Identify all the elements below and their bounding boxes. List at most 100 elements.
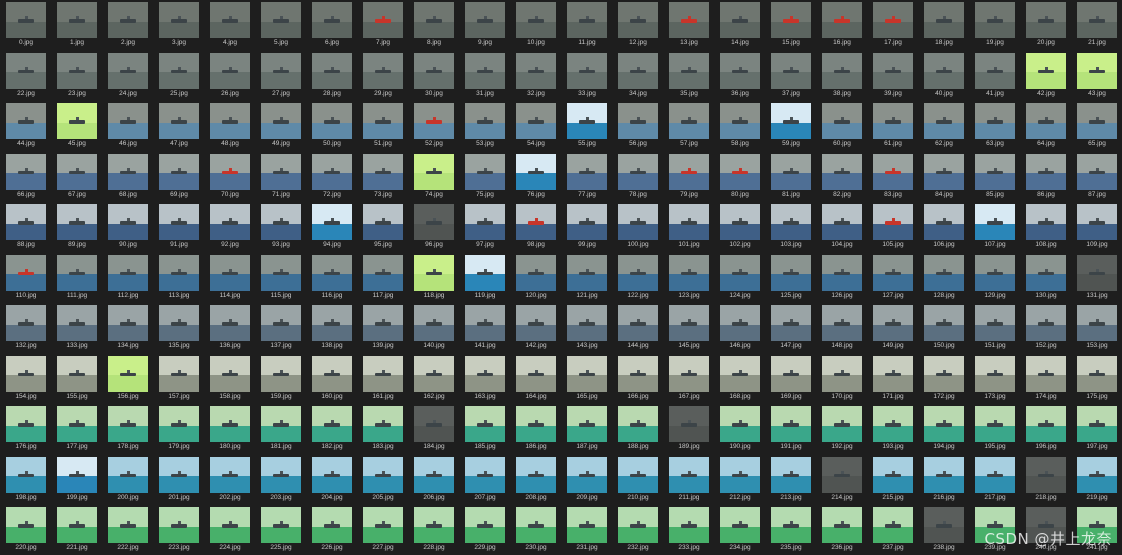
file-thumbnail[interactable]: 144.jpg — [612, 303, 663, 353]
file-thumbnail[interactable]: 53.jpg — [459, 101, 510, 151]
file-thumbnail[interactable]: 207.jpg — [459, 455, 510, 505]
file-thumbnail[interactable]: 183.jpg — [357, 404, 408, 454]
file-thumbnail[interactable]: 13.jpg — [663, 0, 714, 50]
file-thumbnail[interactable]: 195.jpg — [969, 404, 1020, 454]
file-thumbnail[interactable]: 124.jpg — [714, 253, 765, 303]
file-thumbnail[interactable]: 233.jpg — [663, 505, 714, 555]
file-thumbnail[interactable]: 74.jpg — [408, 152, 459, 202]
file-thumbnail[interactable]: 47.jpg — [153, 101, 204, 151]
file-thumbnail[interactable]: 46.jpg — [102, 101, 153, 151]
file-thumbnail[interactable]: 37.jpg — [765, 51, 816, 101]
file-thumbnail[interactable]: 151.jpg — [969, 303, 1020, 353]
file-thumbnail[interactable]: 161.jpg — [357, 354, 408, 404]
file-thumbnail[interactable]: 158.jpg — [204, 354, 255, 404]
file-thumbnail[interactable]: 215.jpg — [867, 455, 918, 505]
file-thumbnail[interactable]: 130.jpg — [1020, 253, 1071, 303]
file-thumbnail[interactable]: 30.jpg — [408, 51, 459, 101]
file-thumbnail[interactable]: 197.jpg — [1071, 404, 1122, 454]
file-thumbnail[interactable]: 103.jpg — [765, 202, 816, 252]
file-thumbnail[interactable]: 200.jpg — [102, 455, 153, 505]
file-thumbnail[interactable]: 68.jpg — [102, 152, 153, 202]
file-thumbnail[interactable]: 193.jpg — [867, 404, 918, 454]
file-thumbnail[interactable]: 162.jpg — [408, 354, 459, 404]
file-thumbnail[interactable]: 209.jpg — [561, 455, 612, 505]
file-thumbnail[interactable]: 126.jpg — [816, 253, 867, 303]
file-thumbnail[interactable]: 76.jpg — [510, 152, 561, 202]
file-thumbnail[interactable]: 141.jpg — [459, 303, 510, 353]
file-thumbnail[interactable]: 228.jpg — [408, 505, 459, 555]
file-thumbnail[interactable]: 71.jpg — [255, 152, 306, 202]
file-thumbnail[interactable]: 101.jpg — [663, 202, 714, 252]
file-thumbnail[interactable]: 105.jpg — [867, 202, 918, 252]
file-thumbnail[interactable]: 55.jpg — [561, 101, 612, 151]
file-thumbnail[interactable]: 17.jpg — [867, 0, 918, 50]
file-thumbnail[interactable]: 109.jpg — [1071, 202, 1122, 252]
file-thumbnail[interactable]: 6.jpg — [306, 0, 357, 50]
file-thumbnail[interactable]: 63.jpg — [969, 101, 1020, 151]
file-thumbnail[interactable]: 121.jpg — [561, 253, 612, 303]
file-thumbnail[interactable]: 136.jpg — [204, 303, 255, 353]
file-thumbnail[interactable]: 62.jpg — [918, 101, 969, 151]
file-thumbnail[interactable]: 218.jpg — [1020, 455, 1071, 505]
file-thumbnail[interactable]: 57.jpg — [663, 101, 714, 151]
file-thumbnail[interactable]: 41.jpg — [969, 51, 1020, 101]
file-thumbnail[interactable]: 175.jpg — [1071, 354, 1122, 404]
file-thumbnail[interactable]: 11.jpg — [561, 0, 612, 50]
file-thumbnail[interactable]: 84.jpg — [918, 152, 969, 202]
file-thumbnail[interactable]: 165.jpg — [561, 354, 612, 404]
file-thumbnail[interactable]: 88.jpg — [0, 202, 51, 252]
file-thumbnail[interactable]: 238.jpg — [918, 505, 969, 555]
file-thumbnail[interactable]: 25.jpg — [153, 51, 204, 101]
file-thumbnail[interactable]: 236.jpg — [816, 505, 867, 555]
file-thumbnail[interactable]: 129.jpg — [969, 253, 1020, 303]
file-thumbnail[interactable]: 4.jpg — [204, 0, 255, 50]
file-thumbnail[interactable]: 2.jpg — [102, 0, 153, 50]
file-thumbnail[interactable]: 93.jpg — [255, 202, 306, 252]
file-thumbnail[interactable]: 115.jpg — [255, 253, 306, 303]
file-thumbnail[interactable]: 135.jpg — [153, 303, 204, 353]
file-thumbnail[interactable]: 194.jpg — [918, 404, 969, 454]
file-thumbnail[interactable]: 177.jpg — [51, 404, 102, 454]
file-thumbnail[interactable]: 204.jpg — [306, 455, 357, 505]
file-thumbnail[interactable]: 155.jpg — [51, 354, 102, 404]
file-thumbnail[interactable]: 58.jpg — [714, 101, 765, 151]
file-thumbnail[interactable]: 15.jpg — [765, 0, 816, 50]
file-thumbnail[interactable]: 137.jpg — [255, 303, 306, 353]
file-thumbnail[interactable]: 122.jpg — [612, 253, 663, 303]
file-thumbnail[interactable]: 75.jpg — [459, 152, 510, 202]
file-thumbnail[interactable]: 212.jpg — [714, 455, 765, 505]
file-thumbnail[interactable]: 3.jpg — [153, 0, 204, 50]
file-thumbnail[interactable]: 145.jpg — [663, 303, 714, 353]
file-thumbnail[interactable]: 226.jpg — [306, 505, 357, 555]
file-thumbnail[interactable]: 150.jpg — [918, 303, 969, 353]
file-thumbnail[interactable]: 40.jpg — [918, 51, 969, 101]
file-thumbnail[interactable]: 203.jpg — [255, 455, 306, 505]
file-thumbnail[interactable]: 27.jpg — [255, 51, 306, 101]
file-thumbnail[interactable]: 198.jpg — [0, 455, 51, 505]
file-thumbnail[interactable]: 69.jpg — [153, 152, 204, 202]
file-thumbnail[interactable]: 8.jpg — [408, 0, 459, 50]
file-thumbnail[interactable]: 73.jpg — [357, 152, 408, 202]
file-thumbnail[interactable]: 225.jpg — [255, 505, 306, 555]
file-thumbnail[interactable]: 23.jpg — [51, 51, 102, 101]
file-thumbnail[interactable]: 107.jpg — [969, 202, 1020, 252]
file-thumbnail[interactable]: 118.jpg — [408, 253, 459, 303]
file-thumbnail[interactable]: 234.jpg — [714, 505, 765, 555]
file-thumbnail[interactable]: 163.jpg — [459, 354, 510, 404]
file-thumbnail[interactable]: 168.jpg — [714, 354, 765, 404]
file-thumbnail[interactable]: 199.jpg — [51, 455, 102, 505]
file-thumbnail[interactable]: 33.jpg — [561, 51, 612, 101]
file-thumbnail[interactable]: 184.jpg — [408, 404, 459, 454]
file-thumbnail[interactable]: 59.jpg — [765, 101, 816, 151]
file-thumbnail[interactable]: 186.jpg — [510, 404, 561, 454]
file-thumbnail[interactable]: 230.jpg — [510, 505, 561, 555]
file-thumbnail[interactable]: 157.jpg — [153, 354, 204, 404]
file-thumbnail[interactable]: 98.jpg — [510, 202, 561, 252]
file-thumbnail[interactable]: 220.jpg — [0, 505, 51, 555]
file-thumbnail[interactable]: 221.jpg — [51, 505, 102, 555]
file-thumbnail[interactable]: 153.jpg — [1071, 303, 1122, 353]
file-thumbnail[interactable]: 0.jpg — [0, 0, 51, 50]
file-thumbnail[interactable]: 216.jpg — [918, 455, 969, 505]
file-thumbnail[interactable]: 18.jpg — [918, 0, 969, 50]
file-thumbnail[interactable]: 237.jpg — [867, 505, 918, 555]
